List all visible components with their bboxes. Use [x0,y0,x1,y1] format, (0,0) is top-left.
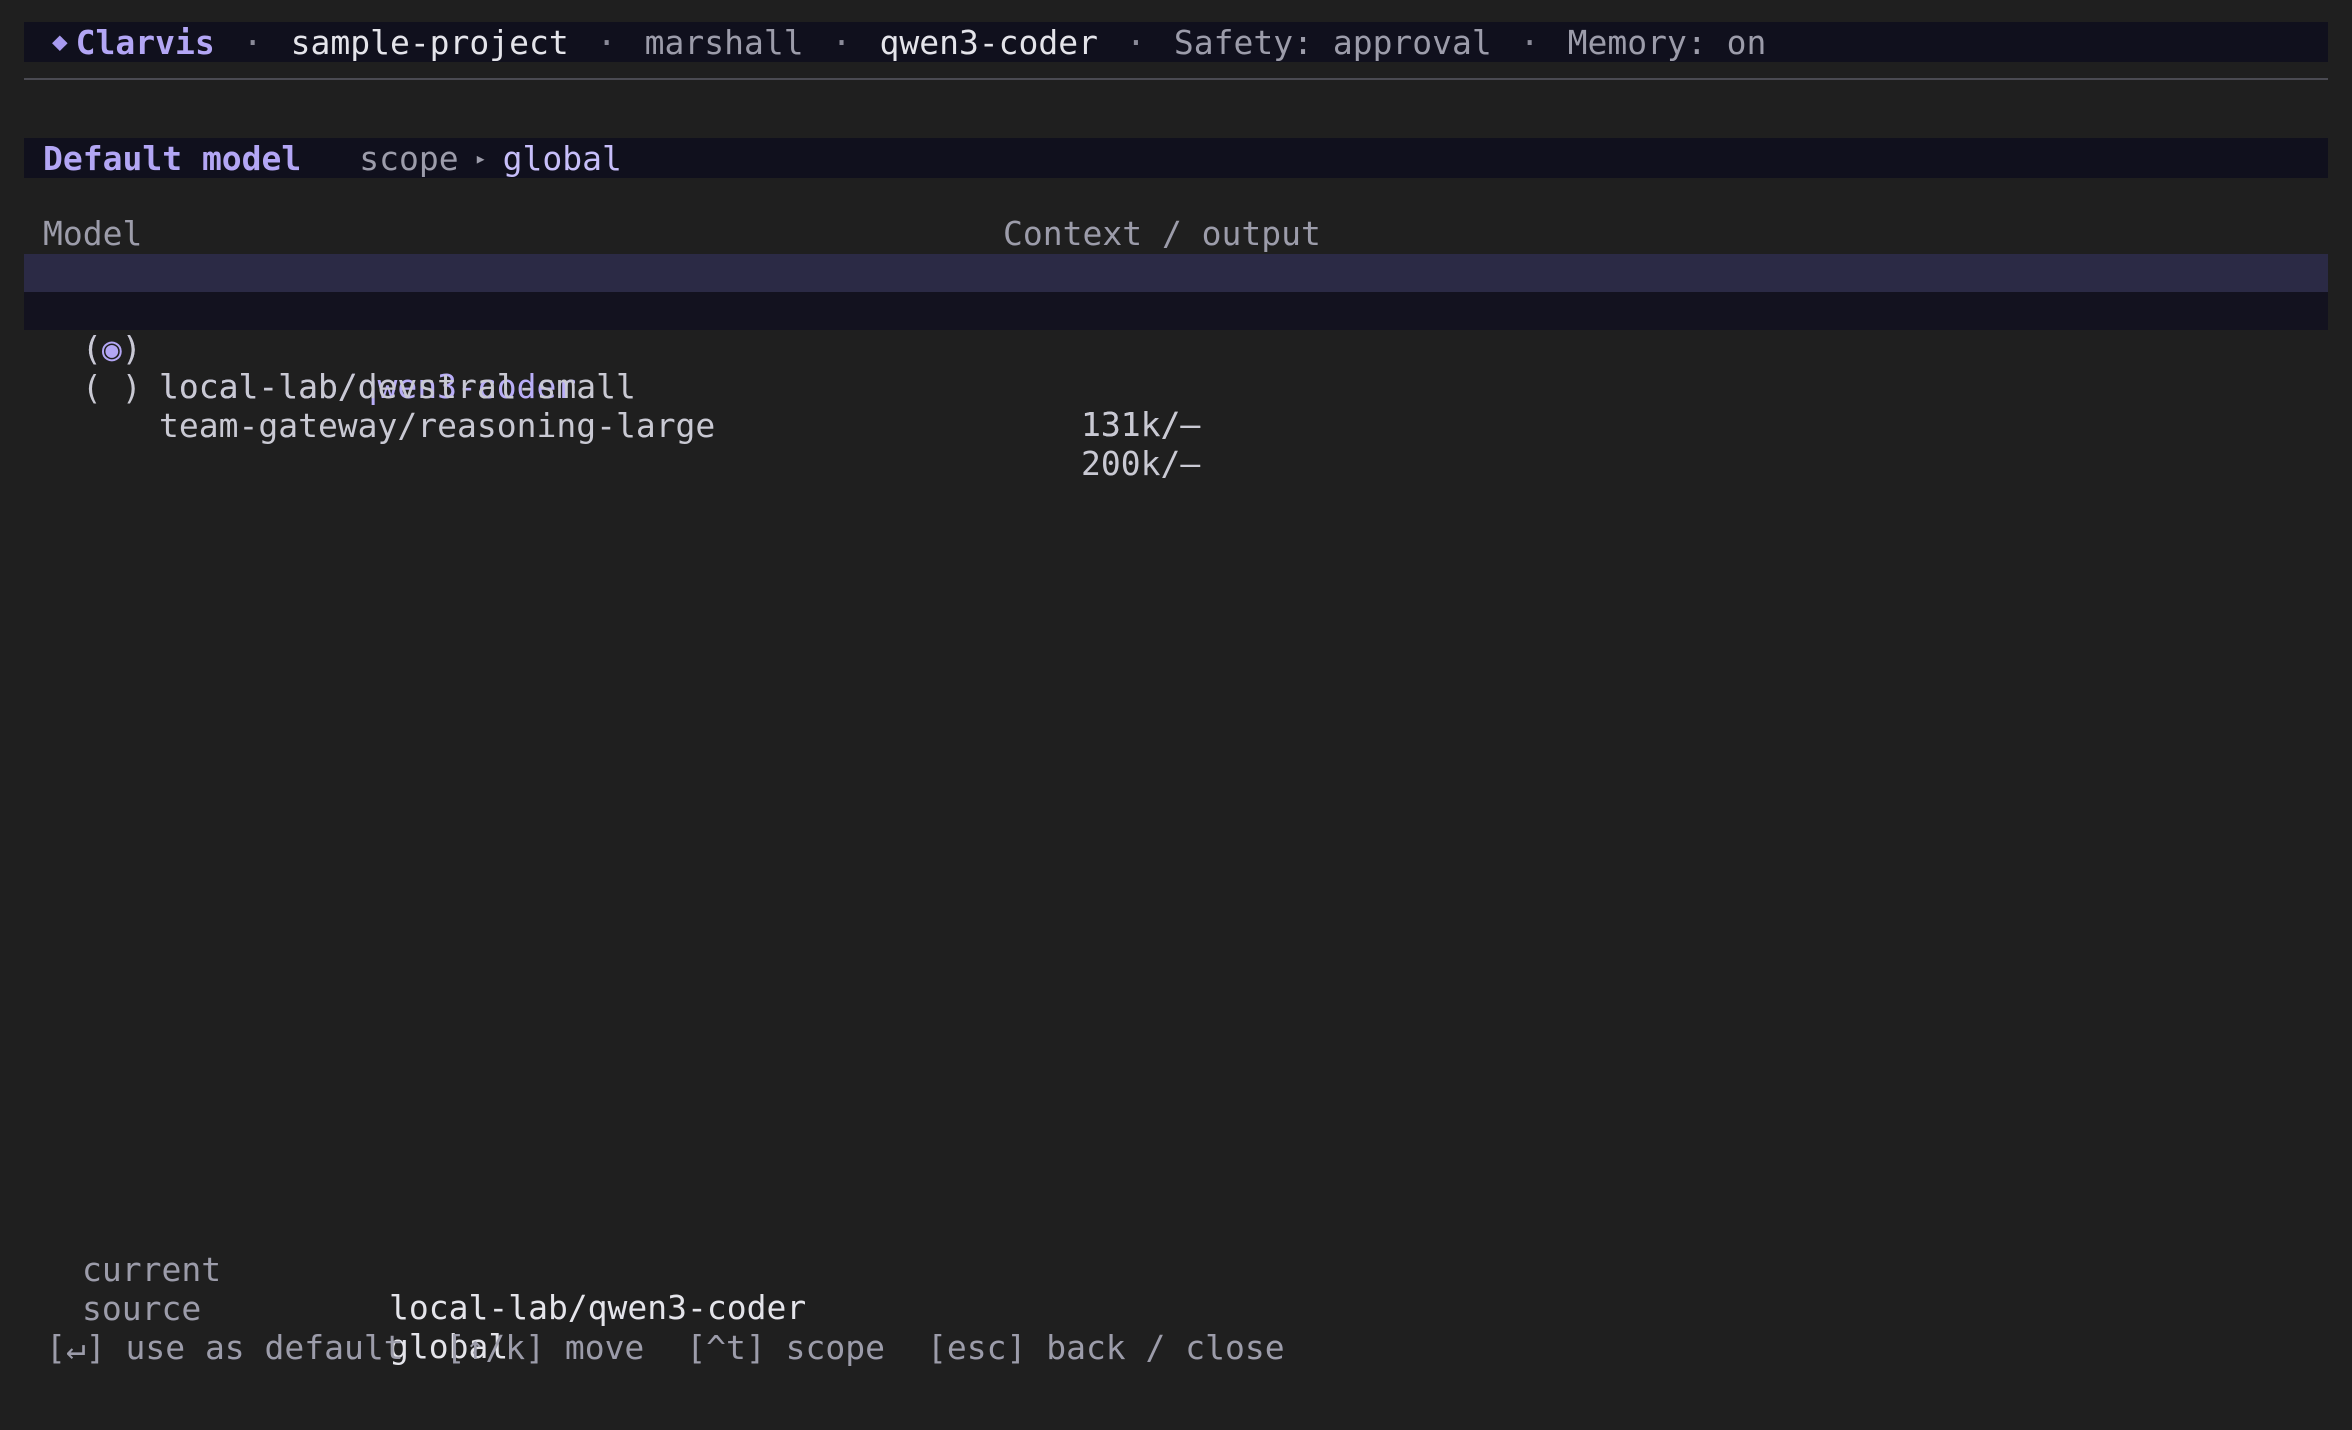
scope-value[interactable]: global [503,139,622,178]
memory-status: Memory: on [1567,22,1767,62]
scope-arrow-icon: ▸ [474,146,487,170]
separator: · [242,22,263,62]
info-value: local-lab/qwen3-coder [389,1288,807,1327]
model-row-reasoning-large[interactable]: ( ) team-gateway/reasoning-large 200k/— [24,331,2328,483]
separator: · [831,22,852,62]
hint-scope[interactable]: [^t] scope [686,1328,885,1368]
diamond-icon: ◆ [52,27,68,57]
column-header-model: Model [43,214,143,253]
status-bar: ◆ Clarvis · sample-project · marshall · … [24,22,2328,62]
info-label: source [82,1289,202,1328]
column-header-context: Context / output [1003,214,1321,253]
model-context: 200k/— [1081,444,1201,483]
model-row-qwen3-coder[interactable]: ▸ (◉) local-lab/qwen3-coder 131k/— [24,254,2328,444]
safety-status: Safety: approval [1173,22,1492,62]
user-name: marshall [644,22,804,62]
hint-move[interactable]: [↑/k] move [446,1328,645,1368]
divider [24,78,2328,80]
separator: · [1519,22,1540,62]
scope-label: scope [359,138,459,178]
panel-title: Default model [43,138,302,178]
hint-back-close[interactable]: [esc] back / close [927,1328,1285,1368]
separator: · [1126,22,1146,62]
radio-unselected[interactable]: ( ) [82,369,142,407]
panel-header: Default model scope ▸ global [24,138,2328,178]
model-name: team-gateway/reasoning-large [159,406,716,445]
info-current: current local-lab/qwen3-coder [82,1213,806,1327]
model-context: 131k/— [1081,405,1201,444]
model-name: local-lab/devstral-small [159,367,636,406]
model-row-devstral-small[interactable]: ( ) local-lab/devstral-small 131k/— [24,292,2328,444]
separator: · [596,22,617,62]
info-source: source global [82,1252,508,1366]
app-name: Clarvis [75,22,215,62]
active-model: qwen3-coder [879,22,1099,62]
project-name: sample-project [290,22,569,62]
keybinding-hints: [↵] use as default [↑/k] move [^t] scope… [46,1328,1327,1368]
hint-use-as-default[interactable]: [↵] use as default [46,1328,404,1368]
